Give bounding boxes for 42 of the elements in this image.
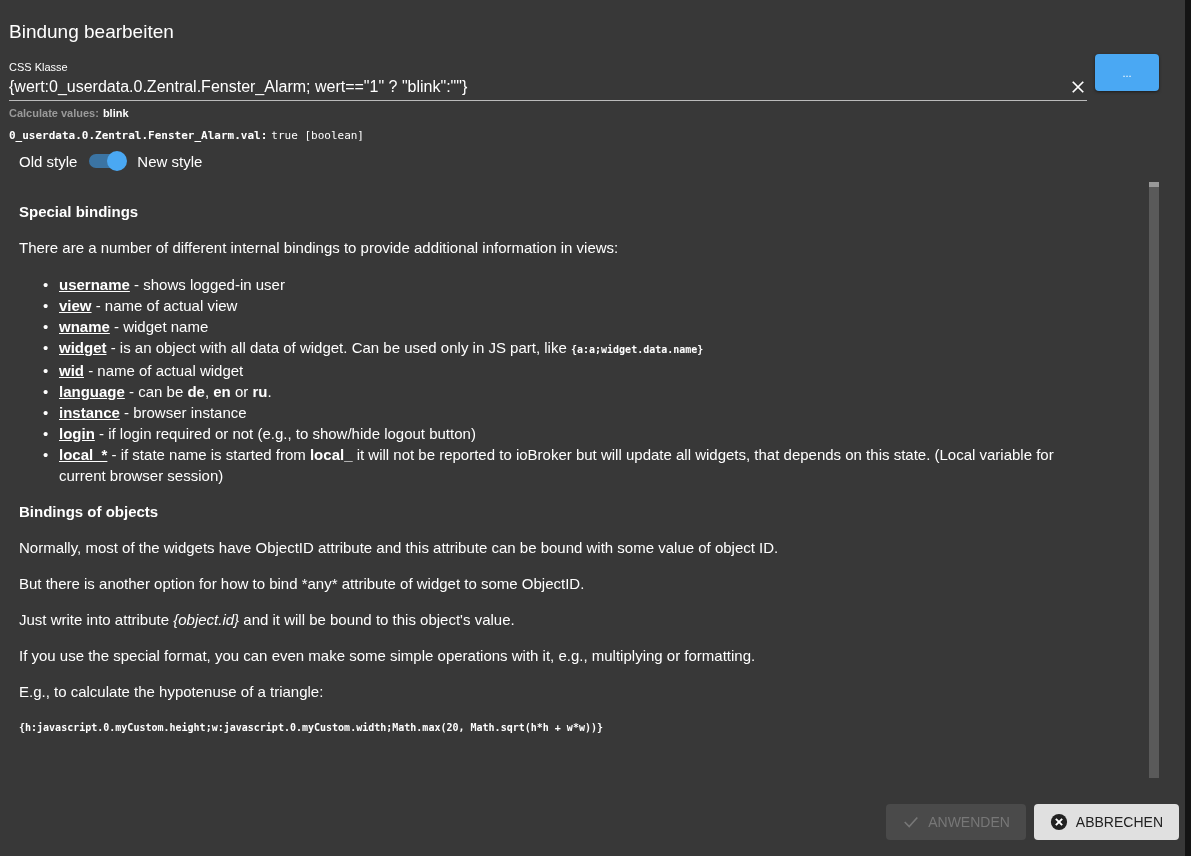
help-heading: Bindings of objects: [19, 502, 160, 522]
bullet: •: [43, 361, 50, 381]
binding-list-item: widget - is an object with all data of widget. Can be used only in JS part, like {a:a;widget.data.name}: [59, 338, 705, 358]
binding-list-item: wid - name of actual widget: [59, 361, 245, 381]
bullet: •: [43, 445, 50, 465]
bullet: •: [43, 338, 50, 358]
code-example: {h:javascript.0.myCustom.height;w:javascript.0.myCustom.width;Math.max(20, Math.sqrt(h*h + w*w))}: [19, 721, 604, 735]
bullet: •: [43, 275, 50, 295]
binding-list-item: username - shows logged-in user: [59, 275, 286, 295]
help-paragraph: But there is another option for how to bind *any* attribute of widget to some ObjectID.: [19, 574, 586, 594]
css-class-field[interactable]: CSS Klasse {wert:0_userdata.0.Zentral.Fenster_Alarm; wert=="1" ? "blink":""}: [9, 60, 1087, 101]
state-value: true [boolean]: [271, 129, 364, 142]
scrollbar[interactable]: [1149, 182, 1159, 778]
switch-label: Old style: [19, 152, 78, 170]
bullet: •: [43, 424, 50, 444]
bullet: •: [43, 403, 50, 423]
bullet: •: [43, 317, 50, 337]
binding-list-item: login - if login required or not (e.g., to show/hide logout button): [59, 424, 477, 444]
binding-list-item: local_* - if state name is started from local_ it will not be reported to ioBroker but will update all widgets, that depends on this state. (Local variable for current browser session): [59, 445, 1055, 486]
bullet: •: [43, 382, 50, 402]
cancel-icon: [1049, 813, 1068, 831]
bullet: •: [43, 296, 50, 316]
dialog-title: Bindung bearbeiten: [9, 20, 175, 44]
help-paragraph: E.g., to calculate the hypotenuse of a triangle:: [19, 682, 325, 702]
help-paragraph: Just write into attribute {object.id} and it will be bound to this object's value.: [19, 610, 516, 630]
style-switch[interactable]: [89, 154, 126, 168]
binding-list-item: wname - widget name: [59, 317, 210, 337]
calculated-label: Calculate values:: [9, 107, 99, 119]
help-heading: Special bindings: [19, 202, 140, 222]
calculated-value: blink: [102, 107, 129, 119]
cancel-button[interactable]: ABBRECHEN: [1033, 804, 1179, 840]
binding-list-item: language - can be de, en or ru.: [59, 382, 273, 402]
close-icon[interactable]: [1071, 80, 1085, 94]
switch-label: New style: [137, 152, 203, 170]
field-value: {wert:0_userdata.0.Zentral.Fenster_Alarm; wert=="1" ? "blink":""}: [9, 78, 469, 96]
binding-list-item: view - name of actual view: [59, 296, 239, 316]
help-paragraph: Normally, most of the widgets have ObjectID attribute and this attribute can be bound with some value of object ID.: [19, 538, 780, 558]
field-label: CSS Klasse: [9, 60, 69, 74]
help-paragraph: If you use the special format, you can even make some simple operations with it, e.g., multiplying or formatting.: [19, 646, 757, 666]
help-paragraph: There are a number of different internal bindings to provide additional information in views:: [19, 238, 620, 258]
state-id: 0_userdata.0.Zentral.Fenster_Alarm.val:: [9, 129, 268, 142]
binding-list-item: instance - browser instance: [59, 403, 248, 423]
